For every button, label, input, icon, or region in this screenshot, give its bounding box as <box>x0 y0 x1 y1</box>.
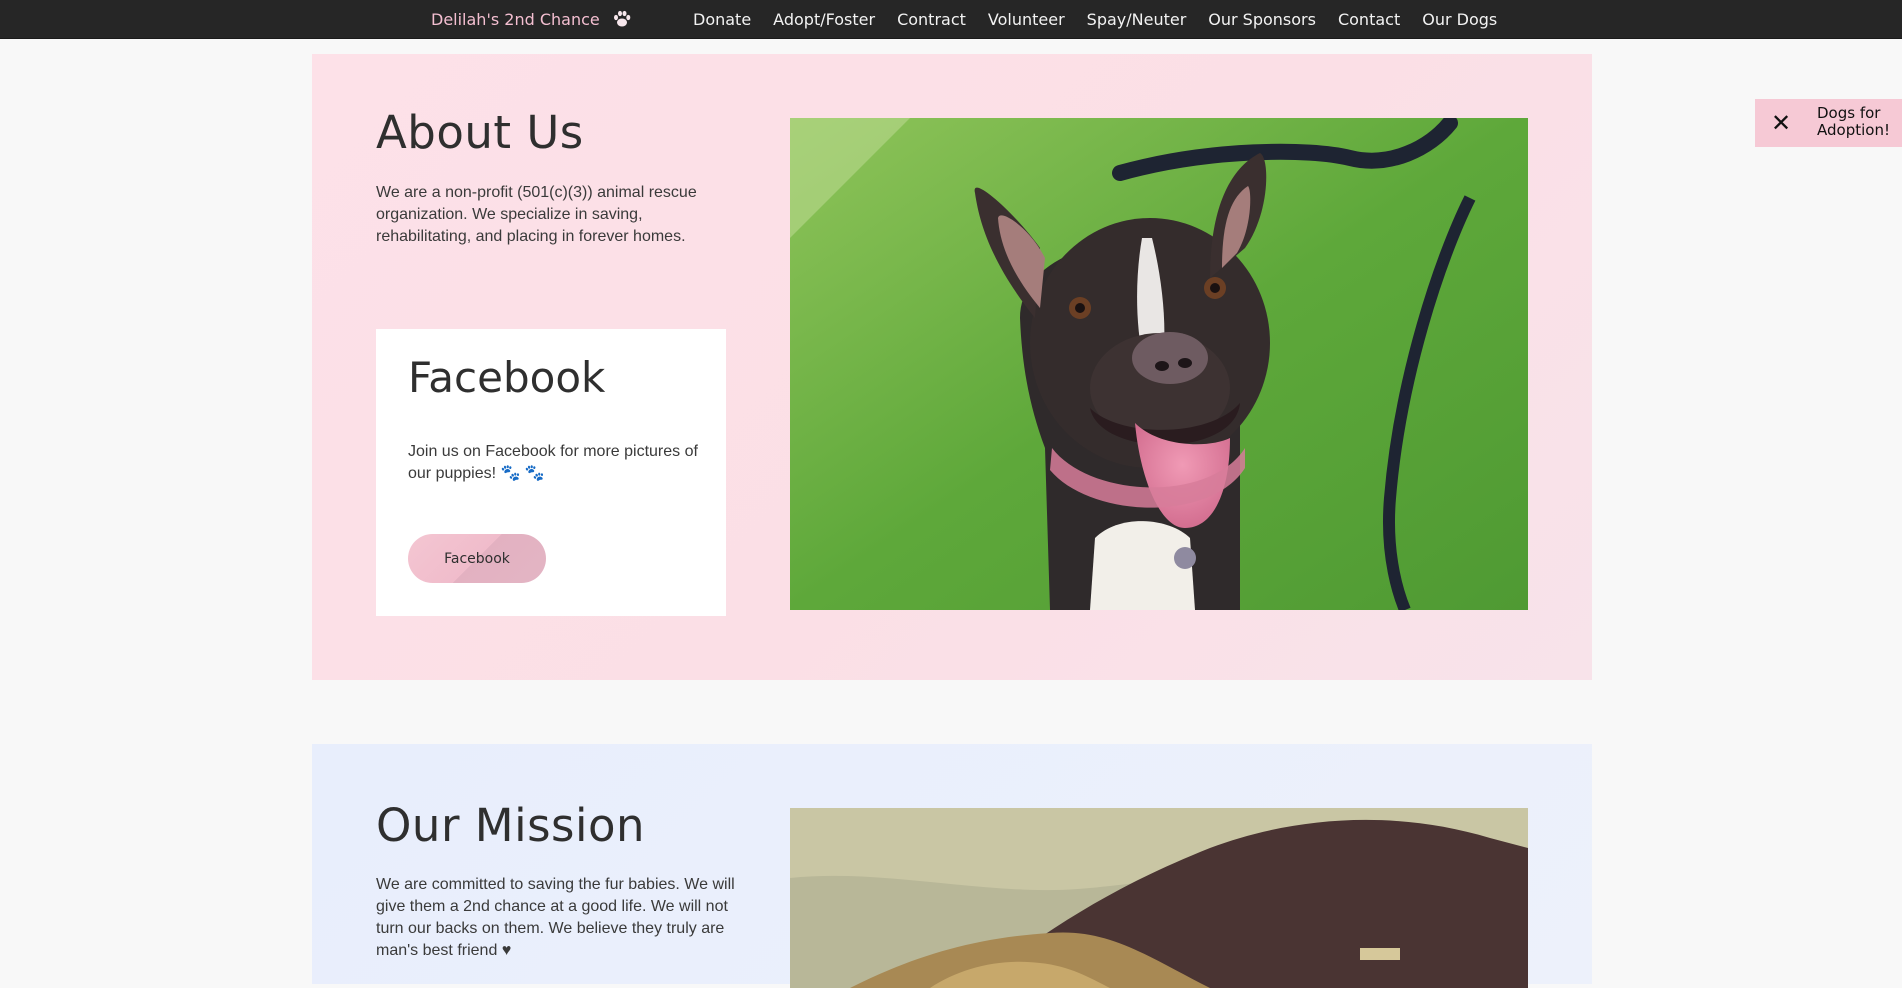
dog-photo <box>790 118 1528 610</box>
landscape-photo <box>790 808 1528 988</box>
dogs-for-adoption-tab[interactable]: ✕ Dogs for Adoption! <box>1755 99 1902 147</box>
brand-link[interactable]: Delilah's 2nd Chance <box>431 5 632 33</box>
main-nav: Donate Adopt/Foster Contract Volunteer S… <box>693 5 1497 33</box>
nav-link-adopt-foster[interactable]: Adopt/Foster <box>773 10 875 29</box>
nav-link-contract[interactable]: Contract <box>897 10 966 29</box>
nav-link-spay-neuter[interactable]: Spay/Neuter <box>1087 10 1187 29</box>
facebook-card: Facebook Join us on Facebook for more pi… <box>376 329 726 616</box>
facebook-text: Join us on Facebook for more pictures of… <box>408 443 698 482</box>
nav-link-our-dogs[interactable]: Our Dogs <box>1422 10 1497 29</box>
nav-link-donate[interactable]: Donate <box>693 10 751 29</box>
paw-icon <box>612 9 632 29</box>
about-text: We are a non-profit (501(c)(3)) animal r… <box>376 184 697 245</box>
brand-name: Delilah's 2nd Chance <box>431 9 600 29</box>
nav-link-contact[interactable]: Contact <box>1338 10 1400 29</box>
facebook-button[interactable]: Facebook <box>408 534 546 583</box>
nav-link-volunteer[interactable]: Volunteer <box>988 10 1065 29</box>
mission-title: Our Mission <box>376 799 646 852</box>
mission-text: We are committed to saving the fur babie… <box>376 876 735 959</box>
facebook-title: Facebook <box>408 353 606 402</box>
top-nav-bar: Delilah's 2nd Chance Donate Adopt/Foster… <box>0 0 1902 39</box>
dogs-for-adoption-label[interactable]: Dogs for Adoption! <box>1817 105 1902 139</box>
about-title: About Us <box>376 106 584 159</box>
close-icon[interactable]: ✕ <box>1769 111 1793 135</box>
mission-section: Our Mission We are committed to saving t… <box>312 744 1592 988</box>
nav-link-our-sponsors[interactable]: Our Sponsors <box>1208 10 1316 29</box>
about-section: About Us We are a non-profit (501(c)(3))… <box>312 54 1592 680</box>
